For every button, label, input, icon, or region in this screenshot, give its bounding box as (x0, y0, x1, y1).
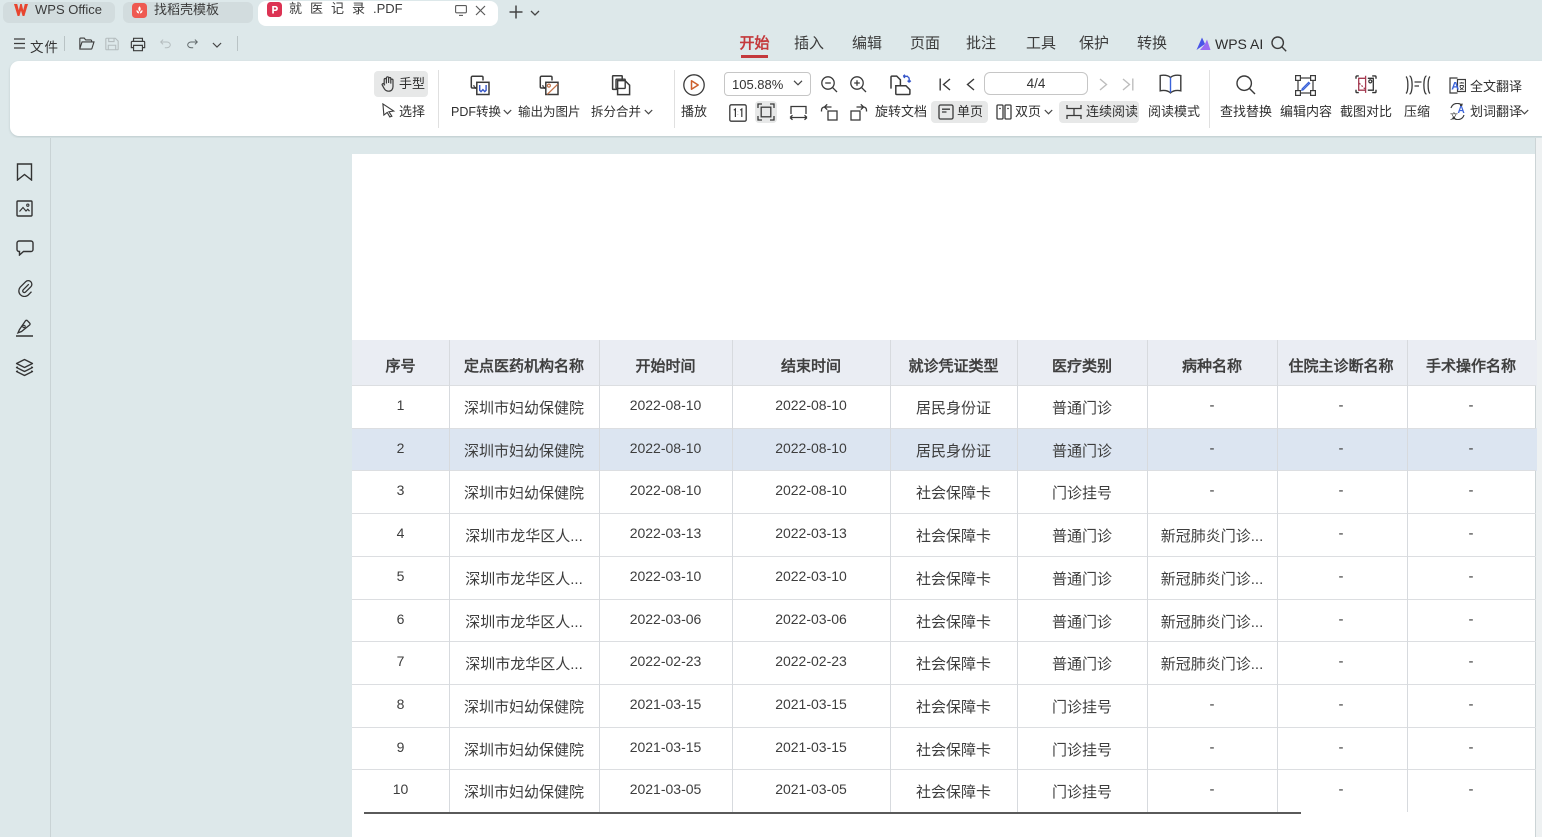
svg-text:A: A (1458, 105, 1465, 116)
svg-text:A: A (1451, 81, 1459, 93)
svg-text:文: 文 (1450, 111, 1458, 120)
